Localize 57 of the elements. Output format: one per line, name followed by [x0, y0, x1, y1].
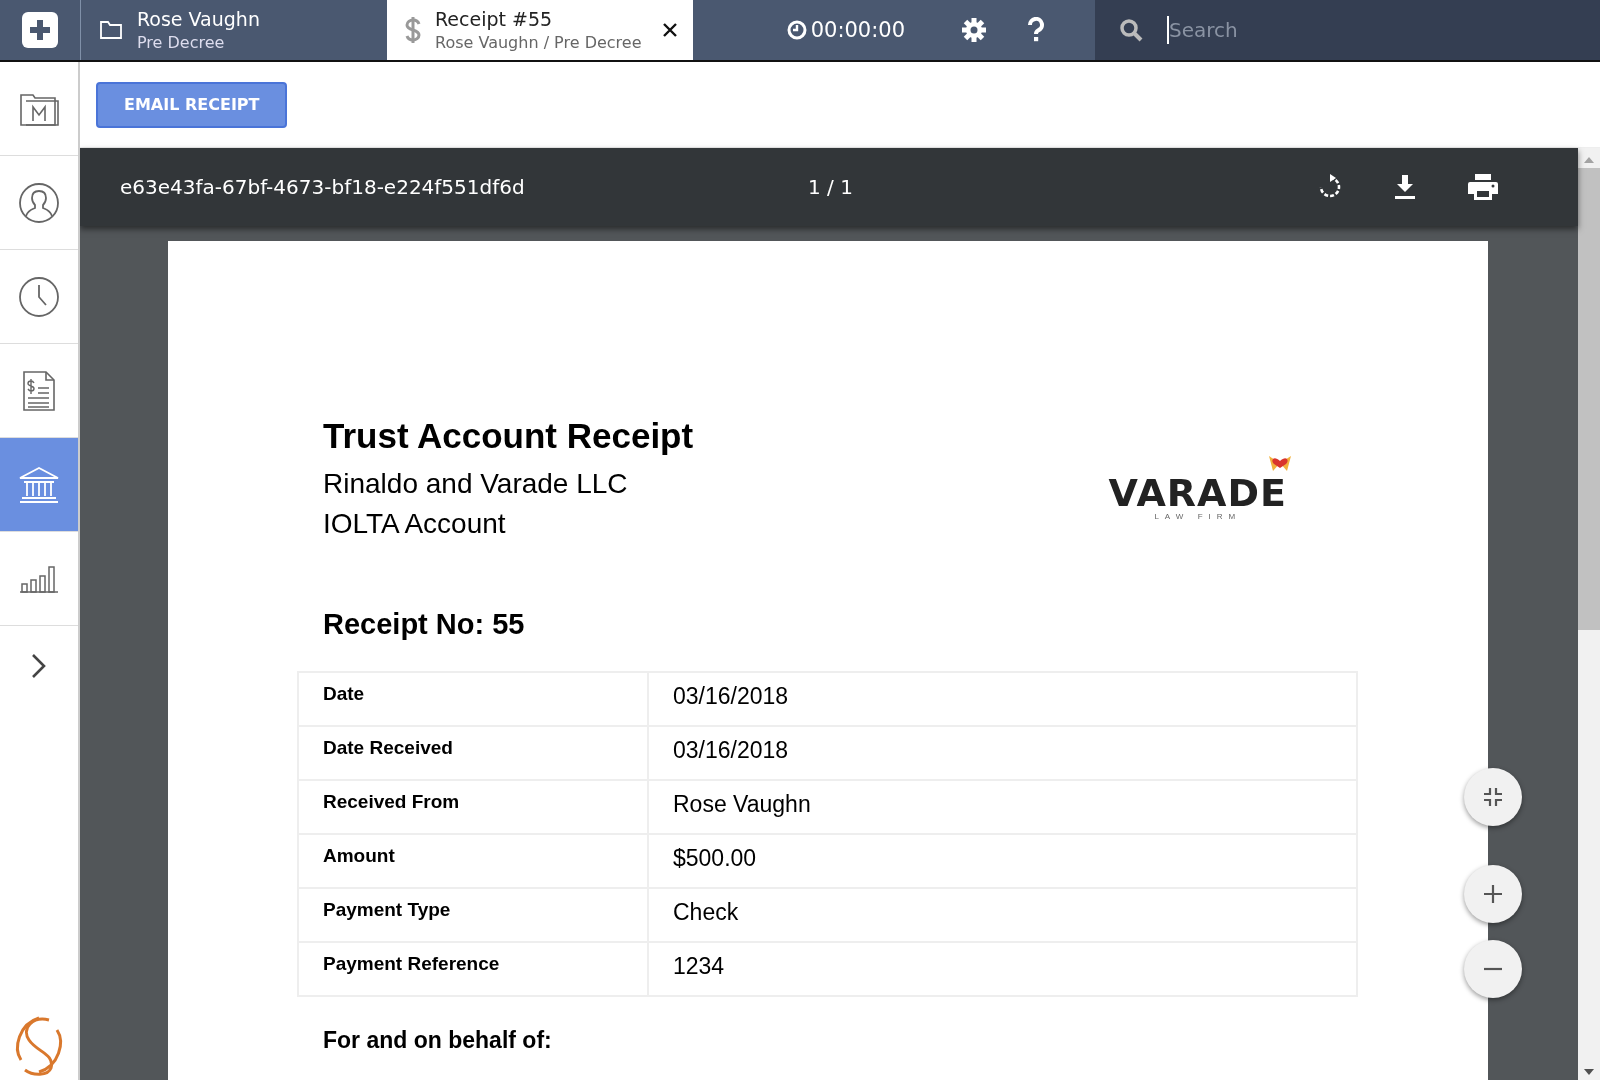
clock-icon — [786, 20, 807, 40]
tab-title: Receipt #55 — [435, 8, 554, 30]
tab-subtitle: Rose Vaughn / Pre Decree — [435, 33, 643, 52]
minus-icon — [1483, 967, 1503, 971]
field-label: Date Received — [298, 726, 648, 780]
field-value: Rose Vaughn — [648, 780, 1357, 834]
help-icon[interactable] — [1027, 17, 1045, 43]
invoice-icon[interactable] — [22, 369, 56, 412]
field-label: Payment Type — [298, 888, 648, 942]
field-value: $500.00 — [648, 834, 1357, 888]
logo-wordmark: VARADE — [1108, 474, 1287, 512]
tab[interactable]: Receipt #55 Rose Vaughn / Pre Decree — [387, 0, 693, 60]
scroll-down-icon[interactable] — [1584, 1068, 1594, 1076]
folder-icon — [99, 20, 123, 40]
search-field[interactable]: Search — [1095, 0, 1600, 60]
plus-icon — [1483, 884, 1503, 904]
dollar-icon — [405, 16, 421, 44]
page-indicator: 1 / 1 — [808, 175, 854, 199]
bar-chart-icon[interactable] — [19, 564, 59, 593]
document-id: e63e43fa-67bf-4673-bf18-e224f551df6d — [120, 175, 526, 199]
field-label: Amount — [298, 834, 648, 888]
zoom-in-button[interactable] — [1464, 865, 1522, 923]
fit-page-button[interactable] — [1464, 768, 1522, 826]
receipt-number: Receipt No: 55 — [323, 608, 526, 641]
field-value: 1234 — [648, 942, 1357, 996]
rotate-icon[interactable] — [1318, 174, 1342, 200]
firm-name: Rinaldo and Varade LLC — [323, 467, 629, 501]
field-label: Received From — [298, 780, 648, 834]
scrollbar-thumb[interactable] — [1578, 168, 1600, 630]
search-icon — [1119, 18, 1143, 42]
clock-icon[interactable] — [18, 275, 60, 318]
field-label: Date — [298, 672, 648, 726]
account-name: IOLTA Account — [323, 507, 507, 541]
tab-title: Rose Vaughn — [137, 8, 261, 30]
scrollbar[interactable] — [1578, 148, 1600, 1080]
field-value: Check — [648, 888, 1357, 942]
logo-tagline: LAW FIRM — [1154, 512, 1242, 521]
add-icon[interactable] — [22, 12, 58, 48]
sidebar-item[interactable] — [0, 438, 78, 532]
zoom-out-button[interactable] — [1464, 940, 1522, 998]
bank-icon[interactable] — [18, 465, 60, 504]
tab[interactable]: Rose Vaughn Pre Decree — [81, 0, 387, 60]
print-icon[interactable] — [1468, 174, 1498, 200]
field-value: 03/16/2018 — [648, 672, 1357, 726]
field-label: Payment Reference — [298, 942, 648, 996]
signature-label: For and on behalf of: — [323, 1027, 553, 1054]
timer-text: 00:00:00 — [810, 18, 905, 42]
person-icon[interactable] — [18, 181, 60, 224]
collapse-icon — [1483, 787, 1503, 807]
settings-icon[interactable] — [961, 17, 987, 43]
receipt-title: Trust Account Receipt — [323, 416, 694, 456]
chevron-right-icon[interactable] — [31, 653, 47, 679]
tab-subtitle: Pre Decree — [137, 33, 226, 52]
search-input[interactable]: Search — [1167, 16, 1569, 44]
download-icon[interactable] — [1394, 175, 1416, 199]
close-icon[interactable] — [663, 23, 677, 37]
field-value: 03/16/2018 — [648, 726, 1357, 780]
